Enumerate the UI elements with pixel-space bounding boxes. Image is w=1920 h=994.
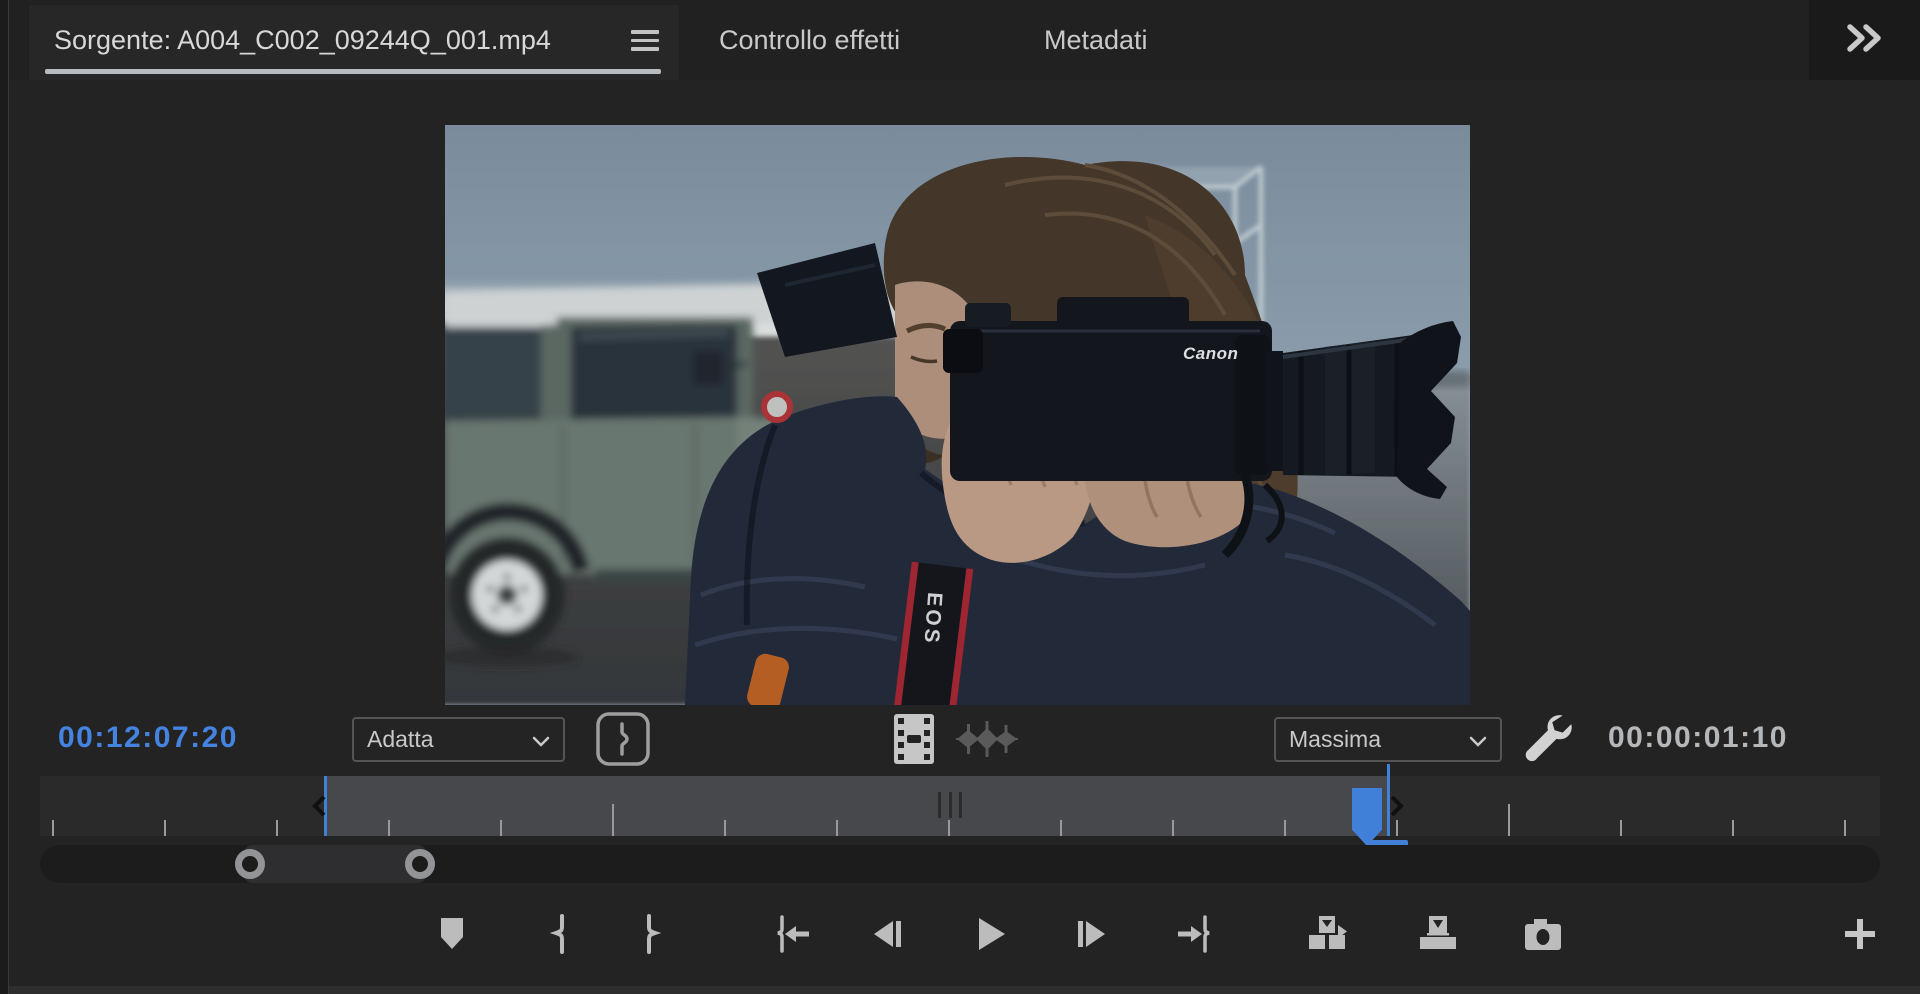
in-out-duration-timecode: 00:00:01:10 — [1608, 721, 1788, 754]
tab-effect-controls[interactable]: Controllo effetti — [719, 0, 900, 80]
zoom-scrollbar-handle-left[interactable] — [235, 849, 265, 879]
curly-brace-button[interactable] — [594, 711, 652, 767]
video-frame: EOS — [445, 125, 1470, 705]
current-timecode[interactable]: 00:12:07:20 — [58, 712, 238, 764]
tab-metadata-label: Metadati — [1044, 24, 1148, 55]
double-chevron-right-icon[interactable] — [1845, 22, 1885, 59]
drag-audio-only-button[interactable] — [956, 718, 1018, 760]
tab-source[interactable]: Sorgente: A004_C002_09244Q_001.mp4 — [54, 0, 551, 80]
tab-overflow-area — [1809, 0, 1920, 80]
panel-bottom-strip — [9, 986, 1920, 994]
go-to-in-button[interactable] — [763, 906, 819, 962]
export-frame-button[interactable] — [1515, 906, 1571, 962]
go-to-out-button[interactable] — [1168, 906, 1224, 962]
mark-out-button[interactable] — [625, 906, 681, 962]
tab-metadata[interactable]: Metadati — [1044, 0, 1148, 80]
tab-bar: Sorgente: A004_C002_09244Q_001.mp4 Contr… — [9, 0, 1920, 80]
settings-wrench-icon[interactable] — [1522, 710, 1580, 768]
active-tab-underline — [45, 69, 661, 74]
transport-bar — [0, 888, 1920, 986]
chevron-down-icon — [532, 726, 550, 753]
play-button[interactable] — [962, 906, 1018, 962]
mark-out-notch-icon — [1390, 796, 1404, 816]
video-frame-art: EOS — [445, 125, 1470, 705]
add-marker-button[interactable] — [424, 906, 480, 962]
in-out-range-bar[interactable] — [325, 776, 1388, 836]
tab-source-label: Sorgente: A004_C002_09244Q_001.mp4 — [54, 24, 551, 55]
panel-left-gutter — [0, 0, 8, 994]
tab-effect-controls-label: Controllo effetti — [719, 24, 901, 55]
zoom-scrollbar-handle-right[interactable] — [405, 849, 435, 879]
time-ruler[interactable] — [0, 764, 1920, 855]
playhead[interactable] — [1352, 788, 1382, 846]
chevron-down-icon — [1469, 726, 1487, 753]
button-editor-button[interactable] — [1832, 906, 1888, 962]
range-drag-grip[interactable] — [938, 792, 962, 818]
overwrite-button[interactable] — [1410, 906, 1466, 962]
step-back-button[interactable] — [860, 906, 916, 962]
playback-resolution-value: Massima — [1289, 726, 1382, 752]
drag-video-only-button[interactable] — [893, 714, 935, 764]
mark-in-notch-icon — [312, 796, 326, 816]
zoom-level-select[interactable]: Adatta — [352, 717, 565, 762]
step-forward-button[interactable] — [1063, 906, 1119, 962]
panel-menu-icon[interactable] — [631, 30, 659, 51]
mark-in-button[interactable] — [530, 906, 586, 962]
insert-button[interactable] — [1300, 906, 1356, 962]
zoom-scrollbar-thumb[interactable] — [244, 845, 426, 883]
playback-resolution-select[interactable]: Massima — [1274, 717, 1502, 762]
zoom-level-value: Adatta — [367, 726, 434, 752]
source-monitor-panel: Sorgente: A004_C002_09244Q_001.mp4 Contr… — [0, 0, 1920, 994]
